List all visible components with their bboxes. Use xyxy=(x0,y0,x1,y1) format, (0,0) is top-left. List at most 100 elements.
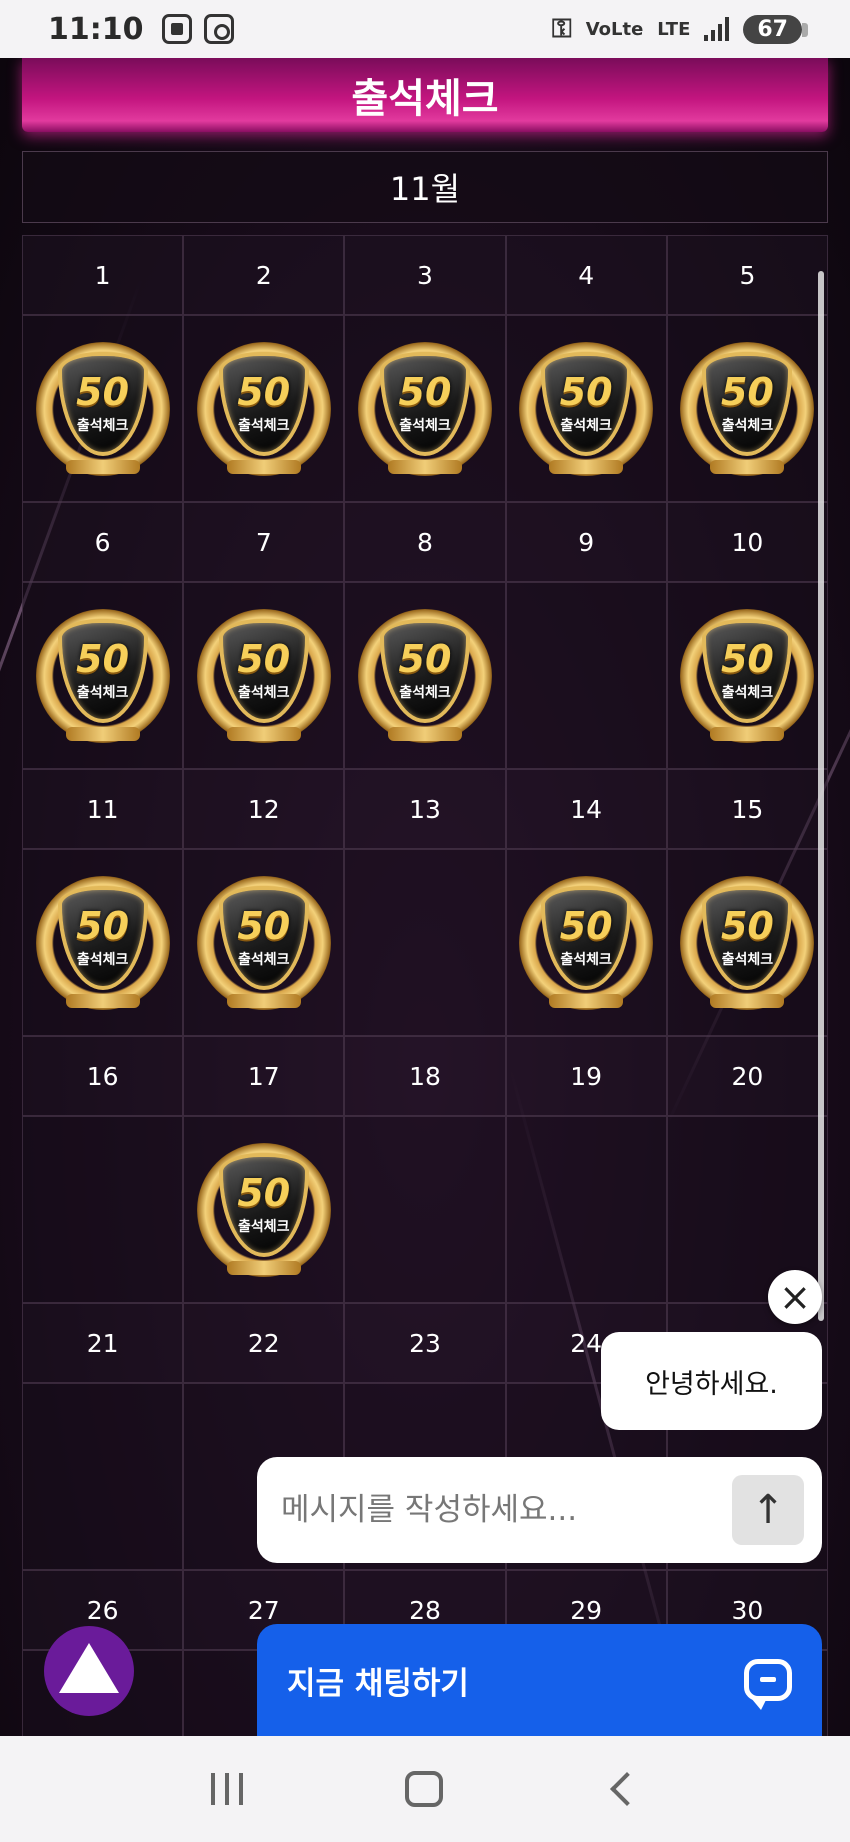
badge-label: 출석체크 xyxy=(76,951,129,968)
chat-close-button[interactable]: × xyxy=(768,1270,822,1324)
chat-message-box: ↑ xyxy=(257,1457,822,1563)
ribbon-icon xyxy=(226,726,301,741)
calendar-day-cell[interactable]: 50 출석체크 xyxy=(344,582,506,769)
attendance-badge-icon: 50 출석체크 xyxy=(357,341,492,476)
chat-now-button[interactable]: 지금 채팅하기 xyxy=(257,1624,822,1736)
badge-label: 출석체크 xyxy=(399,417,451,434)
attendance-badge-icon: 50 출석체크 xyxy=(35,875,170,1010)
calendar-day-cell[interactable]: 50 출석체크 xyxy=(666,582,828,769)
calendar-day-cell[interactable]: 50 출석체크 xyxy=(666,849,828,1036)
calendar-day-cell[interactable] xyxy=(344,1116,506,1303)
calendar-day-cell[interactable]: 50 출석체크 xyxy=(183,315,345,502)
calendar-day-number: 21 xyxy=(22,1303,184,1383)
calendar-day-number: 3 xyxy=(344,235,506,315)
badge-value: 50 xyxy=(559,903,613,948)
badge-value: 50 xyxy=(720,903,774,948)
calendar-week-cells: 50 출석체크 xyxy=(22,1116,828,1303)
badge-label: 출석체크 xyxy=(399,684,451,701)
calendar-day-cell[interactable] xyxy=(505,1116,667,1303)
badge-label: 출석체크 xyxy=(76,684,129,701)
close-icon: × xyxy=(779,1275,811,1319)
calendar-day-number: 6 xyxy=(22,502,184,582)
signal-icon xyxy=(704,17,730,41)
calendar-week-cells: 50 출석체크 50 출석체크 50 출석체크 50 출석체크 50 출석체크 xyxy=(22,315,828,502)
calendar-week-header: 12345 xyxy=(22,235,828,315)
calendar-day-cell[interactable]: 50 출석체크 xyxy=(505,315,667,502)
attendance-badge-icon: 50 출석체크 xyxy=(680,341,815,476)
system-nav-bar xyxy=(0,1736,850,1842)
instagram-icon xyxy=(203,14,234,44)
chat-greeting-bubble[interactable]: 안녕하세요. xyxy=(601,1332,822,1430)
badge-value: 50 xyxy=(398,636,452,681)
calendar-day-number: 12 xyxy=(183,769,345,849)
ribbon-icon xyxy=(549,993,624,1008)
calendar-day-number: 5 xyxy=(666,235,828,315)
badge-label: 출석체크 xyxy=(721,417,774,434)
triangle-up-icon xyxy=(59,1643,119,1693)
badge-label: 출석체크 xyxy=(238,1218,290,1235)
ribbon-icon xyxy=(710,459,785,474)
calendar-day-cell[interactable]: 50 출석체크 xyxy=(22,315,184,502)
calendar-day-number: 14 xyxy=(505,769,667,849)
month-label: 11월 xyxy=(389,170,461,208)
calendar-day-cell[interactable]: 50 출석체크 xyxy=(183,849,345,1036)
calendar-day-cell[interactable]: 50 출석체크 xyxy=(22,849,184,1036)
attendance-badge-icon: 50 출석체크 xyxy=(519,341,654,476)
calendar-day-cell[interactable]: 50 출석체크 xyxy=(505,849,667,1036)
badge-value: 50 xyxy=(76,903,130,948)
attendance-badge-icon: 50 출석체크 xyxy=(357,608,492,743)
screen-recorder-icon xyxy=(161,14,192,44)
calendar-day-cell[interactable]: 50 출석체크 xyxy=(183,1116,345,1303)
chat-bubble-icon xyxy=(744,1659,792,1710)
page-title: 출석체크 xyxy=(351,76,499,122)
calendar-day-cell[interactable] xyxy=(22,1383,184,1570)
badge-label: 출석체크 xyxy=(721,951,774,968)
calendar-day-cell[interactable] xyxy=(22,1116,184,1303)
badge-label: 출석체크 xyxy=(560,417,612,434)
calendar-day-cell[interactable] xyxy=(505,582,667,769)
calendar-week-cells: 50 출석체크 50 출석체크 50 출석체크 50 출석체크 xyxy=(22,849,828,1036)
calendar-day-cell[interactable]: 50 출석체크 xyxy=(666,315,828,502)
calendar-day-number: 15 xyxy=(666,769,828,849)
calendar-day-cell[interactable] xyxy=(344,849,506,1036)
calendar-day-cell[interactable]: 50 출석체크 xyxy=(22,582,184,769)
status-system-icons: ⚿ VoLte LTE 67 xyxy=(551,13,808,45)
calendar-day-number: 10 xyxy=(666,502,828,582)
badge-value: 50 xyxy=(237,1170,291,1215)
ribbon-icon xyxy=(226,1260,301,1275)
badge-value: 50 xyxy=(720,369,774,414)
ribbon-icon xyxy=(65,726,140,741)
recent-apps-button[interactable] xyxy=(211,1773,243,1805)
badge-value: 50 xyxy=(76,636,130,681)
attendance-badge-icon: 50 출석체크 xyxy=(680,608,815,743)
badge-value: 50 xyxy=(76,369,130,414)
calendar-day-number: 8 xyxy=(344,502,506,582)
ribbon-icon xyxy=(710,993,785,1008)
attendance-badge-icon: 50 출석체크 xyxy=(196,875,331,1010)
badge-label: 출석체크 xyxy=(238,684,290,701)
attendance-badge-icon: 50 출석체크 xyxy=(680,875,815,1010)
badge-label: 출석체크 xyxy=(238,951,290,968)
calendar-week-header: 11 12 13 14 15 xyxy=(22,769,828,849)
home-button[interactable] xyxy=(405,1771,443,1807)
ribbon-icon xyxy=(65,459,140,474)
calendar-day-number: 22 xyxy=(183,1303,345,1383)
attendance-badge-icon: 50 출석체크 xyxy=(196,608,331,743)
attendance-badge-icon: 50 출석체크 xyxy=(196,341,331,476)
calendar-day-number: 11 xyxy=(22,769,184,849)
page-header: 출석체크 xyxy=(22,58,828,132)
badge-label: 출석체크 xyxy=(76,417,129,434)
calendar-day-cell[interactable]: 50 출석체크 xyxy=(344,315,506,502)
scroll-to-top-button[interactable] xyxy=(44,1626,134,1716)
scrollbar[interactable] xyxy=(818,271,824,1321)
send-button[interactable]: ↑ xyxy=(732,1475,804,1545)
ribbon-icon xyxy=(387,459,462,474)
calendar-day-cell[interactable]: 50 출석체크 xyxy=(183,582,345,769)
chat-message-input[interactable] xyxy=(281,1492,732,1528)
back-button[interactable] xyxy=(610,1772,644,1806)
badge-label: 출석체크 xyxy=(238,417,290,434)
status-bar: 11:10 ⚿ VoLte LTE 67 xyxy=(0,0,850,58)
chat-greeting-text: 안녕하세요. xyxy=(645,1368,778,1400)
ribbon-icon xyxy=(710,726,785,741)
vpn-key-icon: ⚿ xyxy=(551,13,572,44)
